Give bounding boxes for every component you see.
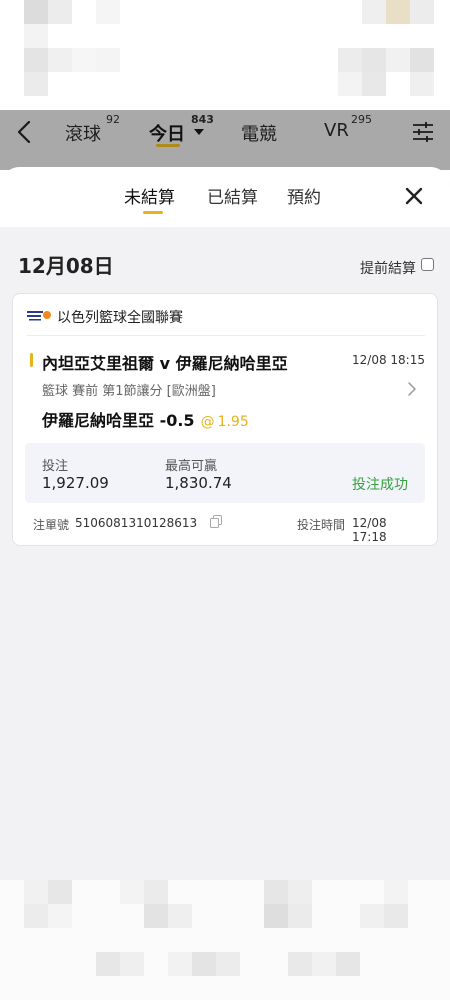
stake-label: 投注 [42,459,69,474]
bet-time-label: 投注時間 [297,518,346,532]
ticket-number: 5106081310128613 [75,516,198,530]
tab-vr[interactable]: VR 295 [324,113,372,141]
tab-esports-label: 電競 [241,124,277,145]
pick-selection: 伊羅尼納哈里亞 -0.5 [42,411,195,430]
match-accent-bar [30,353,33,367]
tab-unsettled[interactable]: 未結算 [124,183,175,208]
tab-settled[interactable]: 已結算 [207,183,258,208]
bet-records-sheet: 未結算 已結算 預約 12月08日 提前結算 以色列籃球全國聯賽 內坦亞艾里祖爾… [0,167,450,880]
tab-today-indicator [156,144,180,147]
tab-today[interactable]: 今日 843 [149,113,214,146]
match-time: 12/08 18:15 [352,353,425,367]
copy-icon[interactable] [210,515,222,528]
tab-in-play-count: 92 [106,113,120,126]
early-settle-label[interactable]: 提前結算 [360,258,416,278]
odds-at-sign: @ [200,414,215,430]
card-divider [27,335,425,336]
league-name: 以色列籃球全國聯賽 [57,310,183,326]
date-row: 12月08日 提前結算 [0,227,450,289]
status-badge: 投注成功 [352,477,408,493]
match-title: 內坦亞艾里祖爾 v 伊羅尼納哈里亞 [42,354,288,373]
caret-down-icon[interactable] [194,129,204,135]
mosaic-top [0,0,450,110]
chevron-left-icon[interactable] [14,119,36,145]
chevron-right-icon[interactable] [407,381,417,397]
tab-vr-label: VR [324,120,349,141]
ticket-footer: 注單號 5106081310128613 投注時間 12/08 17:18 [33,514,423,544]
league-logo-icon [27,311,51,321]
odds-value: 1.95 [217,414,249,430]
max-win-label: 最高可贏 [165,459,218,474]
date-heading: 12月08日 [18,254,114,278]
market-description: 籃球 賽前 第1節讓分 [歐洲盤] [42,384,216,399]
top-nav: 滾球 92 今日 843 電競 VR 295 [0,110,450,170]
stake-summary: 投注 1,927.09 最高可贏 1,830.74 投注成功 [25,443,425,503]
bet-card[interactable]: 以色列籃球全國聯賽 內坦亞艾里祖爾 v 伊羅尼納哈里亞 12/08 18:15 … [12,293,438,546]
tab-in-play[interactable]: 滾球 92 [65,113,120,146]
tab-today-label: 今日 [149,124,185,145]
tab-unsettled-indicator [143,211,163,214]
tab-reserved[interactable]: 預約 [287,183,321,208]
ticket-label: 注單號 [33,518,70,532]
pick-line: 伊羅尼納哈里亞 -0.5 @1.95 [42,407,249,431]
early-settle-checkbox[interactable] [421,258,434,271]
stake-value: 1,927.09 [42,474,109,492]
tab-esports[interactable]: 電競 [241,120,277,146]
tab-today-count: 843 [191,113,214,126]
mosaic-bottom [0,880,450,1000]
sliders-icon[interactable] [412,121,434,143]
tab-in-play-label: 滾球 [65,124,101,145]
tab-vr-count: 295 [351,113,372,126]
bet-time-value: 12/08 17:18 [352,516,387,544]
close-icon[interactable] [403,185,425,207]
max-win-value: 1,830.74 [165,474,232,492]
sheet-header: 未結算 已結算 預約 [0,167,450,227]
